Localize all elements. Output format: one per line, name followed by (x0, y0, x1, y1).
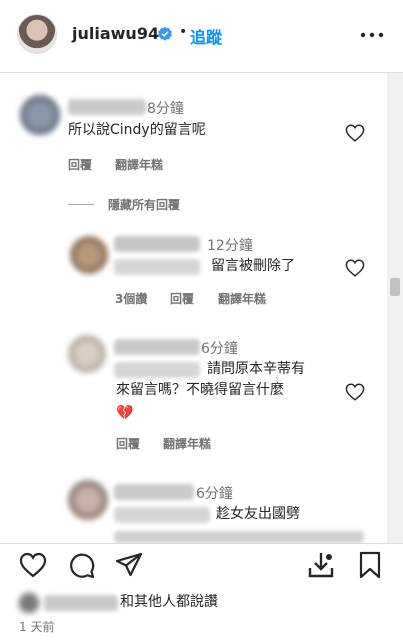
reply-line (68, 204, 94, 205)
more-icon[interactable] (360, 32, 384, 38)
comment-time: 8分鐘 (147, 101, 184, 117)
commenter-name[interactable] (114, 236, 200, 252)
translate-button[interactable]: 翻譯年糕 (163, 435, 211, 452)
likes-text[interactable]: 和其他人都說讚 (120, 591, 218, 611)
username[interactable]: juliawu94 (72, 24, 159, 43)
download-icon[interactable] (306, 550, 336, 580)
avatar[interactable] (68, 335, 106, 373)
blurred-text (114, 362, 200, 378)
likes-count[interactable]: 3個讚 (115, 290, 147, 307)
avatar[interactable] (17, 14, 57, 54)
comment-text: 留言被刪除了 (211, 258, 295, 274)
action-bar (0, 543, 403, 588)
comments-list: 8分鐘 所以說Cindy的留言呢 回覆 翻譯年糕 隱藏所有回覆 12分鐘 留言被… (0, 73, 387, 543)
commenter-name[interactable] (68, 99, 146, 115)
broken-heart-icon: 💔 (116, 405, 134, 421)
comment-text: 趁女友出國劈 (216, 506, 300, 522)
separator-dot: • (179, 24, 188, 40)
commenter-name[interactable] (114, 484, 194, 500)
comment-time: 6分鐘 (196, 486, 233, 502)
save-icon[interactable] (355, 550, 385, 580)
avatar[interactable] (20, 95, 60, 135)
comment-text: 來留言嗎？不曉得留言什麼 (116, 382, 284, 398)
avatar[interactable] (68, 480, 108, 520)
scrollbar[interactable] (387, 73, 403, 543)
blurred-text (114, 507, 210, 523)
liker-name[interactable] (44, 595, 118, 611)
post-date: 1 天前 (19, 620, 55, 634)
scroll-thumb[interactable] (390, 278, 400, 296)
commenter-name[interactable] (114, 339, 200, 355)
share-icon[interactable] (114, 550, 144, 580)
translate-button[interactable]: 翻譯年糕 (115, 156, 163, 173)
avatar[interactable] (18, 592, 40, 614)
post-header: juliawu94 • 追蹤 (0, 0, 403, 70)
comment-text: 所以說Cindy的留言呢 (68, 122, 206, 138)
reply-button[interactable]: 回覆 (116, 435, 140, 452)
verified-icon (158, 26, 172, 41)
heart-icon[interactable] (18, 550, 48, 580)
comment-time: 6分鐘 (201, 341, 238, 357)
comment-text: 請問原本辛蒂有 (207, 361, 305, 377)
likes-row: 和其他人都說讚 (0, 588, 403, 616)
heart-icon[interactable] (345, 259, 365, 277)
heart-icon[interactable] (345, 124, 365, 142)
hide-replies-button[interactable]: 隱藏所有回覆 (108, 196, 180, 213)
translate-button[interactable]: 翻譯年糕 (218, 290, 266, 307)
avatar[interactable] (70, 236, 108, 274)
comment-time: 12分鐘 (207, 238, 253, 254)
reply-button[interactable]: 回覆 (170, 290, 194, 307)
follow-button[interactable]: 追蹤 (190, 24, 222, 48)
blurred-text (114, 531, 364, 543)
heart-icon[interactable] (345, 383, 365, 401)
comment-icon[interactable] (66, 550, 96, 580)
blurred-text (114, 259, 200, 275)
reply-button[interactable]: 回覆 (68, 156, 92, 173)
